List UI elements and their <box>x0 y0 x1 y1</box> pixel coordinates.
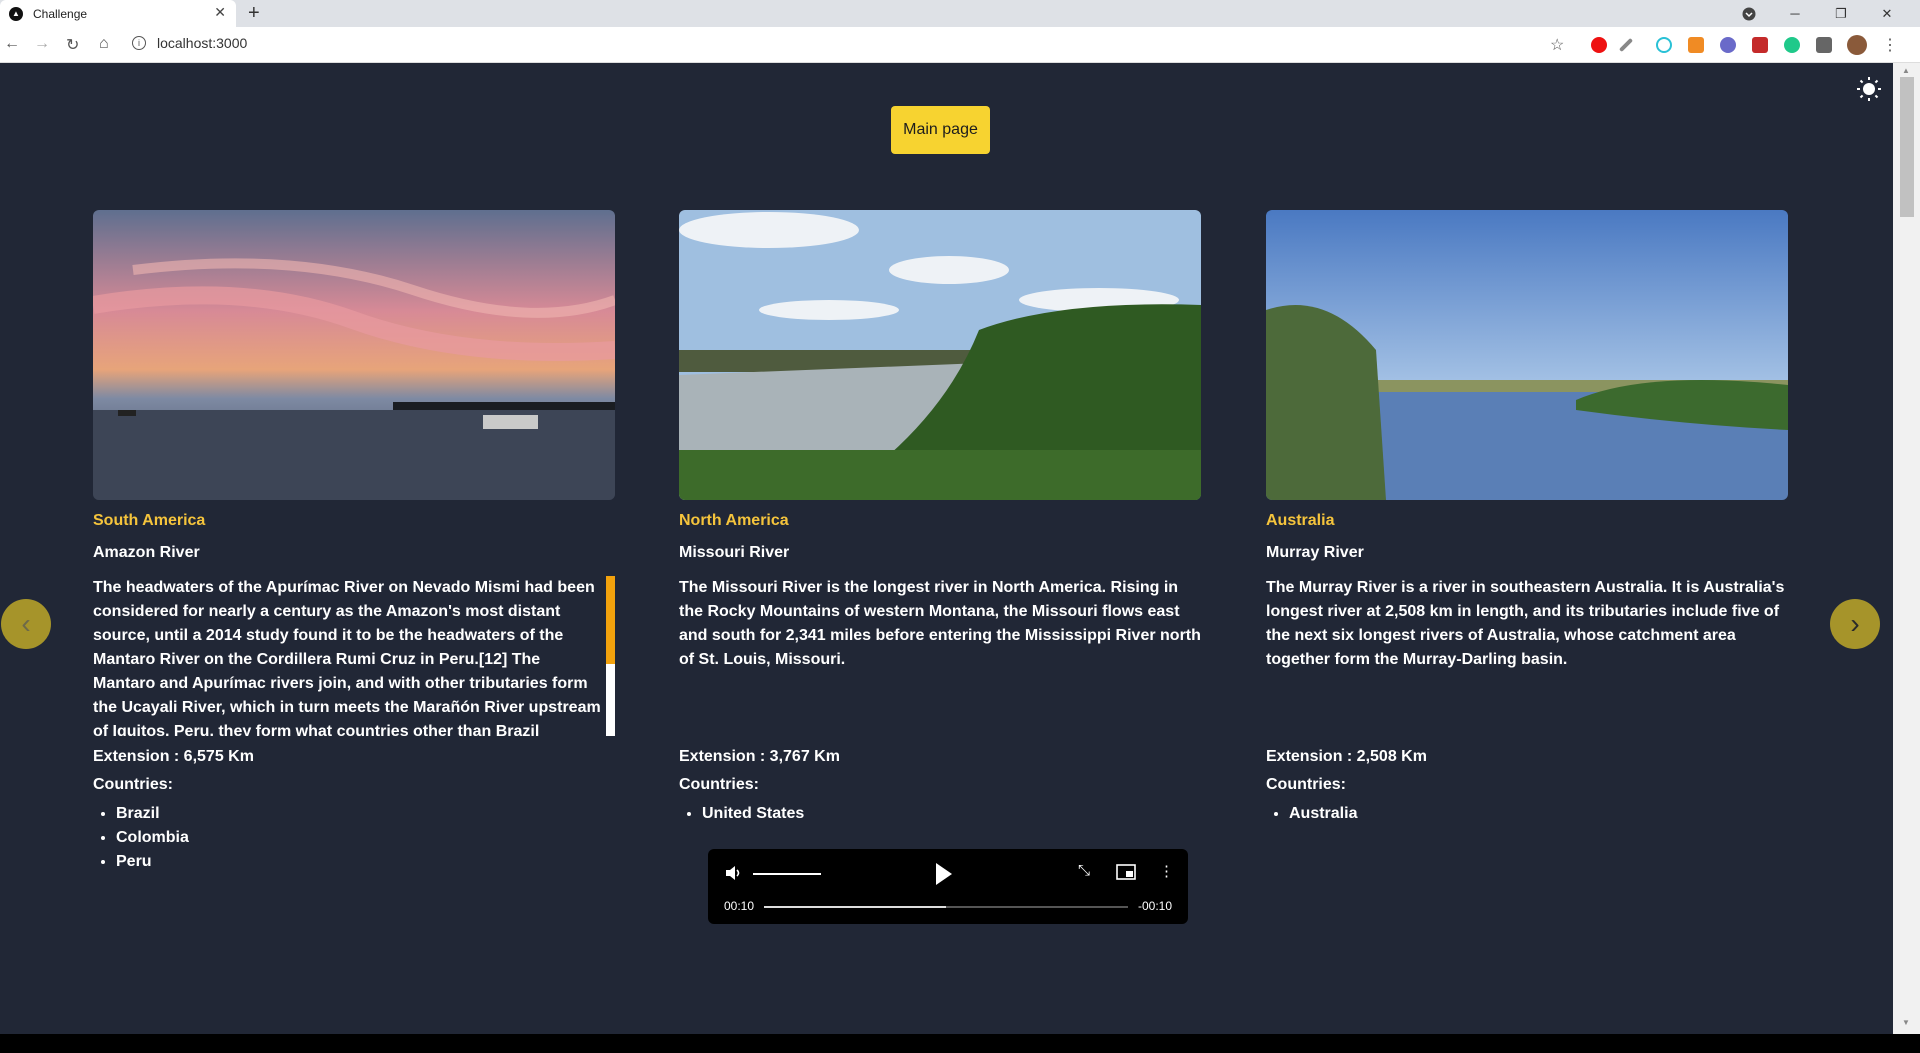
description-scrollbar[interactable] <box>606 576 615 736</box>
card-region: North America <box>679 512 789 529</box>
app-favicon-icon: ▲ <box>9 6 23 21</box>
current-time: 00:10 <box>724 899 755 913</box>
country-item: United States <box>702 802 1201 826</box>
progress-bar[interactable] <box>764 906 1128 908</box>
card-countries-label: Countries: <box>1266 776 1346 793</box>
card-description: The Murray River is a river in southeast… <box>1266 579 1785 668</box>
card-countries-label: Countries: <box>679 776 759 793</box>
extension-purple-icon[interactable] <box>1720 37 1736 53</box>
profile-avatar[interactable] <box>1847 35 1867 55</box>
browser-menu-icon[interactable]: ⋮ <box>1882 35 1898 55</box>
reload-icon[interactable]: ↻ <box>66 35 79 55</box>
volume-slider[interactable] <box>753 873 821 875</box>
page-content: Main page ‹ › South America Amazon River… <box>0 63 1893 1034</box>
extension-red-icon[interactable] <box>1752 37 1768 53</box>
extensions-puzzle-icon[interactable] <box>1816 37 1832 53</box>
card-extension: Extension : 2,508 Km <box>1266 748 1427 765</box>
address-bar[interactable]: i localhost:3000 <box>132 35 247 51</box>
scrollbar-thumb[interactable] <box>1900 77 1914 217</box>
bottom-bar <box>0 1034 1920 1053</box>
carousel-next-button[interactable]: › <box>1830 599 1880 649</box>
collapse-icon[interactable]: ⤡ <box>1078 862 1090 879</box>
remaining-time: -00:10 <box>1137 899 1172 913</box>
card-extension: Extension : 6,575 Km <box>93 748 254 765</box>
card-description: The Missouri River is the longest river … <box>679 579 1201 668</box>
extension-dropper-icon[interactable] <box>1618 37 1634 53</box>
tab-search-icon[interactable] <box>1726 0 1772 27</box>
page-scrollbar[interactable]: ▲ ▼ <box>1893 63 1920 1034</box>
forward-icon[interactable]: → <box>34 35 50 53</box>
volume-icon[interactable] <box>724 863 744 883</box>
river-card-amazon: South America Amazon River The headwater… <box>93 210 615 874</box>
amazon-river-image <box>93 210 615 500</box>
card-river-name: Murray River <box>1266 544 1364 561</box>
audio-player: ⤡ ⋮ 00:10 -00:10 <box>708 849 1188 924</box>
river-card-missouri: North America Missouri River The Missour… <box>679 210 1201 826</box>
card-region: Australia <box>1266 512 1335 529</box>
missouri-river-image <box>679 210 1201 500</box>
main-page-button[interactable]: Main page <box>891 106 990 154</box>
country-item: Australia <box>1289 802 1788 826</box>
home-icon[interactable]: ⌂ <box>99 35 109 53</box>
extension-check-icon[interactable] <box>1784 37 1800 53</box>
close-window-icon[interactable]: ✕ <box>1864 0 1910 27</box>
scroll-down-icon[interactable]: ▼ <box>1902 1018 1910 1027</box>
minimize-icon[interactable]: ─ <box>1772 0 1818 27</box>
play-icon[interactable] <box>936 863 952 885</box>
card-description[interactable]: The headwaters of the Apurímac River on … <box>93 576 615 736</box>
bookmark-star-icon[interactable]: ☆ <box>1550 35 1564 55</box>
extension-circle-icon[interactable] <box>1656 37 1672 53</box>
description-scrollbar-thumb[interactable] <box>606 576 615 664</box>
card-river-name: Missouri River <box>679 544 790 561</box>
extension-opera-icon[interactable] <box>1591 37 1607 53</box>
murray-river-image <box>1266 210 1788 500</box>
browser-toolbar: ← → ↻ ⌂ i localhost:3000 ☆ ⋮ <box>0 27 1920 63</box>
theme-toggle-sun-icon[interactable] <box>1857 77 1881 101</box>
country-list: Australia <box>1266 802 1788 826</box>
country-list: Brazil Colombia Peru <box>93 802 615 874</box>
card-extension: Extension : 3,767 Km <box>679 748 840 765</box>
country-item: Colombia <box>116 826 615 850</box>
browser-tab-bar: ▲ Challenge ✕ + ─ ❐ ✕ <box>0 0 1920 27</box>
site-info-icon[interactable]: i <box>132 36 146 50</box>
progress-fill <box>764 906 946 908</box>
tab-title: Challenge <box>33 6 88 21</box>
scroll-up-icon[interactable]: ▲ <box>1902 66 1910 75</box>
picture-in-picture-icon[interactable] <box>1116 864 1136 880</box>
card-countries-label: Countries: <box>93 776 173 793</box>
carousel-prev-button[interactable]: ‹ <box>1 599 51 649</box>
url-text: localhost:3000 <box>157 35 248 51</box>
country-list: United States <box>679 802 1201 826</box>
card-description-text: The headwaters of the Apurímac River on … <box>93 579 601 736</box>
close-tab-icon[interactable]: ✕ <box>214 4 226 21</box>
browser-tab[interactable]: ▲ Challenge ✕ <box>0 0 236 27</box>
more-options-icon[interactable]: ⋮ <box>1159 862 1174 880</box>
new-tab-icon[interactable]: + <box>248 2 260 25</box>
river-card-murray: Australia Murray River The Murray River … <box>1266 210 1788 826</box>
back-icon[interactable]: ← <box>4 35 20 53</box>
card-river-name: Amazon River <box>93 544 200 561</box>
country-item: Peru <box>116 850 615 874</box>
country-item: Brazil <box>116 802 615 826</box>
card-region: South America <box>93 512 206 529</box>
restore-icon[interactable]: ❐ <box>1818 0 1864 27</box>
extension-fox-icon[interactable] <box>1688 37 1704 53</box>
